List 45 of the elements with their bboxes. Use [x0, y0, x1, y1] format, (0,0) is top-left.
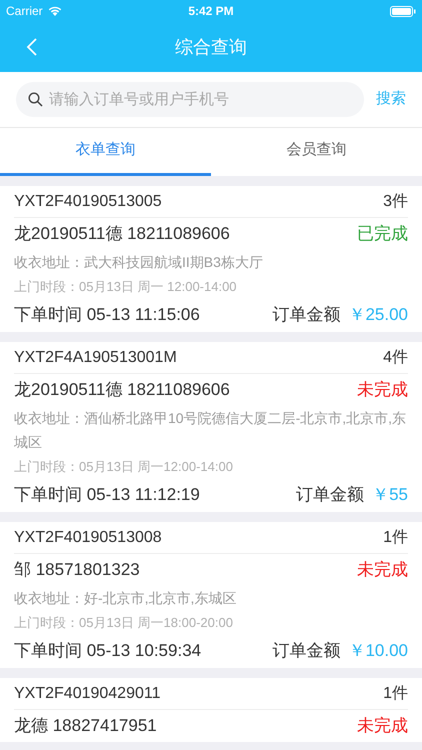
status-time: 5:42 PM: [188, 3, 234, 20]
search-field[interactable]: 请输入订单号或用户手机号: [16, 82, 364, 117]
wifi-icon: [48, 6, 62, 16]
item-count: 3件: [383, 192, 408, 212]
amount-label: 订单金额: [272, 640, 340, 662]
search-icon: [28, 92, 43, 107]
battery-icon: [390, 6, 416, 16]
order-time: 下单时间 05-13 10:59:34: [14, 640, 202, 662]
order-status: 未完成: [357, 559, 408, 582]
order-card[interactable]: YXT2F40190429011 1件 龙德 18827417951 未完成: [0, 678, 422, 742]
order-card[interactable]: YXT2F40190513005 3件 龙20190511德 18211089606 已完成 收衣地址：武大科技园航域II期B3栋大厅 上门时段：05月13日 周一 12:00-14:00 下单时间 05-13 11:15:06 订单金额 ￥25.00: [0, 186, 422, 332]
order-card[interactable]: YXT2F40190513008 1件 邹 18571801323 未完成 收衣地址：好-北京市,北京市,东城区 上门时段：05月13日 周一18:00-20:00 下单时间 05-13 10:59:34 订单金额 ￥10.00: [0, 522, 422, 668]
order-status: 已完成: [357, 223, 408, 246]
order-number: YXT2F40190513005: [14, 192, 162, 212]
order-number: YXT2F40190429011: [14, 684, 160, 704]
order-card[interactable]: YXT2F4A190513001M 4件 龙20190511德 18211089606 未完成 收衣地址：酒仙桥北路甲10号院德信大厦二层-北京市,北京市,东城区 上门时段：05月13日 周一12:00-14:00 下单时间 05-13 11:12:19 订单金额 ￥55: [0, 342, 422, 512]
customer-info: 龙20190511德 18211089606: [14, 223, 230, 246]
customer-info: 邹 18571801323: [14, 559, 140, 582]
item-count: 1件: [383, 528, 408, 548]
order-amount: ￥25.00: [348, 304, 408, 326]
order-status: 未完成: [357, 379, 408, 402]
order-time: 下单时间 05-13 11:12:19: [14, 484, 200, 506]
customer-info: 龙20190511德 18211089606: [14, 379, 230, 402]
customer-info: 龙德 18827417951: [14, 715, 157, 738]
order-amount: ￥10.00: [348, 640, 408, 662]
item-count: 1件: [383, 684, 408, 704]
pickup-address: 收衣地址：好-北京市,北京市,东城区: [14, 589, 238, 608]
item-count: 4件: [383, 348, 408, 368]
visit-time-slot: 上门时段：05月13日 周一18:00-20:00: [14, 610, 408, 636]
page-title: 综合查询: [175, 36, 247, 58]
order-status: 未完成: [357, 715, 408, 738]
order-number: YXT2F40190513008: [14, 528, 162, 548]
order-amount: ￥55: [372, 484, 408, 506]
order-time: 下单时间 05-13 11:15:06: [14, 304, 200, 326]
amount-label: 订单金额: [296, 484, 364, 506]
order-number: YXT2F4A190513001M: [14, 348, 177, 368]
back-icon: [26, 38, 36, 56]
carrier-label: Carrier: [6, 3, 43, 20]
pickup-address: 收衣地址：酒仙桥北路甲10号院德信大厦二层-北京市,北京市,东城区: [14, 409, 408, 452]
visit-time-slot: 上门时段：05月13日 周一 12:00-14:00: [14, 274, 408, 300]
amount-label: 订单金额: [272, 304, 340, 326]
tab[interactable]: 会员查询: [211, 128, 422, 176]
pickup-address: 收衣地址：武大科技园航域II期B3栋大厅: [14, 253, 264, 272]
visit-time-slot: 上门时段：05月13日 周一12:00-14:00: [14, 454, 408, 480]
tab[interactable]: 衣单查询: [0, 128, 211, 176]
